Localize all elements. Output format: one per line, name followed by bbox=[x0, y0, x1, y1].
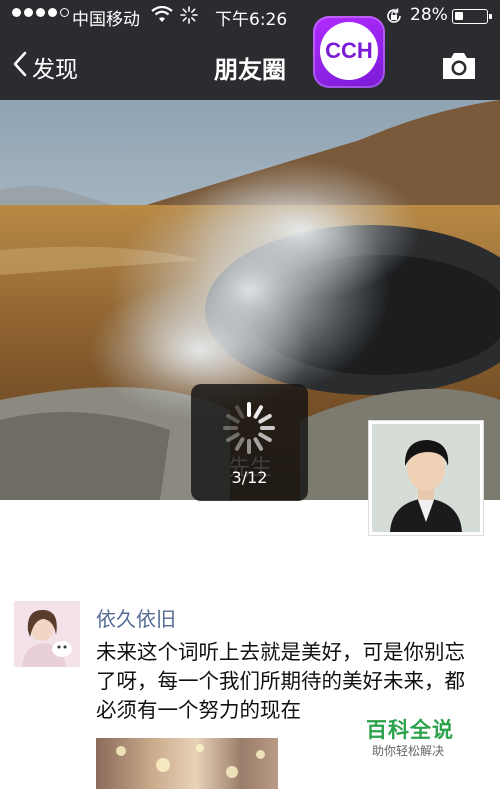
top-bar: 中国移动 下午6:26 28% 发现 朋友圈 bbox=[0, 0, 500, 100]
chevron-left-icon bbox=[12, 51, 28, 83]
back-label: 发现 bbox=[32, 57, 78, 83]
activity-indicator-icon bbox=[180, 6, 198, 28]
cch-logo-badge: CCH bbox=[313, 16, 385, 88]
signal-strength-icon bbox=[12, 8, 69, 17]
post-author-name[interactable]: 依久依旧 bbox=[96, 603, 176, 632]
post-author-avatar[interactable] bbox=[14, 601, 80, 667]
camera-button[interactable] bbox=[440, 50, 478, 86]
image-counter: 3/12 bbox=[231, 468, 268, 487]
camera-icon bbox=[440, 53, 478, 86]
rotation-lock-icon bbox=[385, 7, 403, 30]
watermark-logo: 百科全说 助你轻松解决 bbox=[360, 712, 466, 762]
profile-avatar[interactable] bbox=[368, 420, 484, 536]
post-image[interactable] bbox=[96, 738, 278, 789]
watermark-subtitle: 助你轻松解决 bbox=[372, 744, 445, 758]
loading-spinner-icon bbox=[219, 398, 279, 462]
cch-logo-text: CCH bbox=[320, 22, 378, 80]
battery-percent: 28% bbox=[410, 5, 448, 25]
loading-hud: 3/12 bbox=[191, 384, 308, 501]
status-time: 下午6:26 bbox=[215, 10, 288, 30]
back-button[interactable]: 发现 bbox=[12, 50, 78, 84]
carrier-name: 中国移动 bbox=[72, 10, 140, 30]
status-bar: 中国移动 下午6:26 28% bbox=[0, 0, 500, 32]
watermark-title: 百科全说 bbox=[366, 718, 454, 742]
navigation-bar: 发现 朋友圈 bbox=[0, 40, 500, 96]
wifi-icon bbox=[151, 5, 173, 29]
battery-icon bbox=[452, 9, 492, 24]
